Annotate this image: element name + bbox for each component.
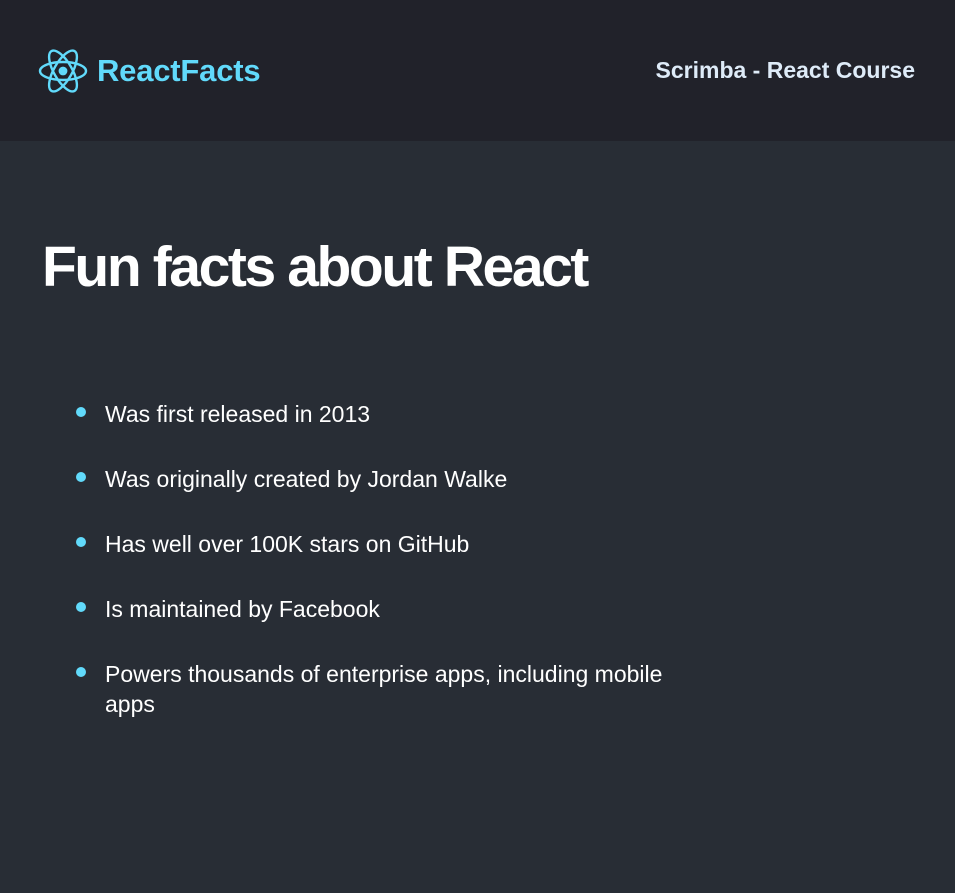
bullet-dot-icon [76, 407, 86, 417]
list-item: Was first released in 2013 [76, 399, 716, 429]
fact-text: Was first released in 2013 [105, 401, 371, 427]
bullet-dot-icon [76, 602, 86, 612]
brand-name: ReactFacts [97, 52, 261, 88]
list-item: Is maintained by Facebook [76, 594, 716, 624]
fact-text: Is maintained by Facebook [105, 596, 380, 622]
list-item: Has well over 100K stars on GitHub [76, 529, 716, 559]
navbar: ReactFacts Scrimba - React Course [0, 0, 955, 141]
fact-text: Was originally created by Jordan Walke [105, 466, 508, 492]
bullet-dot-icon [76, 537, 86, 547]
bullet-dot-icon [76, 667, 86, 677]
page-title: Fun facts about React [42, 235, 589, 299]
fact-text: Powers thousands of enterprise apps, inc… [105, 661, 663, 717]
main-content: Fun facts about React Was first released… [0, 141, 955, 719]
facts-list: Was first released in 2013 Was originall… [42, 399, 716, 719]
fact-text: Has well over 100K stars on GitHub [105, 531, 470, 557]
react-atom-icon [38, 48, 88, 93]
brand[interactable]: ReactFacts [38, 48, 261, 94]
list-item: Powers thousands of enterprise apps, inc… [76, 659, 716, 719]
course-title: Scrimba - React Course [655, 57, 915, 83]
bullet-dot-icon [76, 472, 86, 482]
list-item: Was originally created by Jordan Walke [76, 464, 716, 494]
